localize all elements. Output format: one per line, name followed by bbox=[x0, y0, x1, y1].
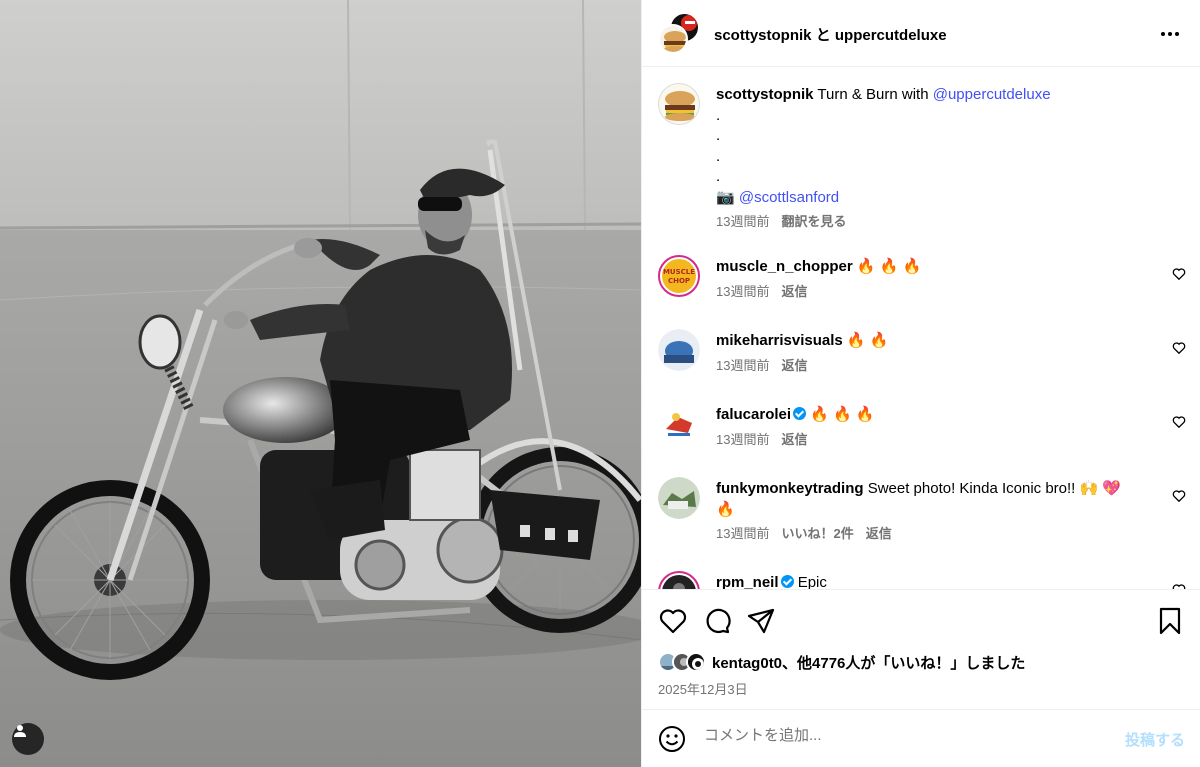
comment-avatar[interactable] bbox=[658, 329, 700, 371]
comment-like-icon[interactable] bbox=[1172, 489, 1186, 503]
svg-text:CHOP: CHOP bbox=[668, 277, 690, 285]
comment-text: 🔥 🔥 🔥 bbox=[856, 258, 922, 275]
comment-meta: 13週間前 返信 bbox=[716, 282, 1136, 303]
heart-icon[interactable] bbox=[658, 606, 688, 636]
post-authors[interactable]: scottystopnik と uppercutdeluxe bbox=[714, 24, 947, 45]
photo-credit-mention[interactable]: @scottlsanford bbox=[739, 189, 839, 206]
caption-username[interactable]: scottystopnik bbox=[716, 86, 814, 103]
comment-text: 🔥 🔥 🔥 bbox=[810, 406, 875, 423]
avatar-scottystopnik bbox=[658, 24, 688, 54]
comment-like-icon[interactable] bbox=[1172, 267, 1186, 281]
liker-avatar bbox=[686, 652, 706, 672]
comment-time[interactable]: 13週間前 bbox=[716, 284, 769, 299]
comment-meta: 13週間前 いいね！2件 返信 bbox=[716, 524, 1136, 545]
user-tag-button[interactable] bbox=[12, 723, 44, 755]
caption-dot: . bbox=[716, 106, 721, 124]
comment-time[interactable]: 13週間前 bbox=[716, 432, 769, 447]
comment-username[interactable]: rpm_neil bbox=[716, 574, 779, 589]
caption-text: Turn & Burn with bbox=[813, 86, 933, 103]
comment-body: mikeharrisvisuals 🔥 🔥 13週間前 返信 bbox=[716, 331, 1136, 376]
post-date[interactable]: 2025年12月3日 bbox=[658, 679, 748, 698]
post-actions: kentag0t0、他4776人が「いいね！」しました 2025年12月3日 bbox=[642, 589, 1200, 709]
emoji-icon[interactable] bbox=[658, 725, 686, 753]
post-photo[interactable] bbox=[0, 0, 641, 767]
caption-dot: . bbox=[716, 127, 721, 144]
more-dot bbox=[1175, 32, 1179, 36]
translate-link[interactable]: 翻訳を見る bbox=[781, 214, 846, 229]
comment-body: rpm_neil Epic bbox=[716, 573, 1136, 589]
caption-dot: . bbox=[716, 147, 721, 165]
comment-username[interactable]: muscle_n_chopper bbox=[716, 258, 853, 275]
caption-meta: 13週間前 翻訳を見る bbox=[716, 212, 1186, 233]
reply-button[interactable]: 返信 bbox=[781, 358, 807, 373]
caption-time[interactable]: 13週間前 bbox=[716, 214, 769, 229]
bookmark-icon[interactable] bbox=[1155, 606, 1185, 636]
camera-emoji: 📷 bbox=[716, 188, 735, 206]
comment-username[interactable]: falucarolei bbox=[716, 406, 791, 423]
comment-body: funkymonkeytrading Sweet photo! Kinda Ic… bbox=[716, 479, 1136, 545]
comment-item: rpm_neil Epic bbox=[658, 571, 1188, 589]
post-comment-button[interactable]: 投稿する bbox=[1125, 729, 1185, 750]
caption-body: scottystopnik Turn & Burn with @uppercut… bbox=[716, 85, 1186, 233]
verified-badge-icon bbox=[793, 407, 807, 420]
motorcycle-photo bbox=[0, 0, 641, 767]
comment-avatar[interactable]: MUSCLE CHOP bbox=[658, 255, 700, 297]
author-1[interactable]: scottystopnik bbox=[714, 27, 812, 44]
add-comment-input[interactable] bbox=[704, 727, 1084, 744]
comment-time[interactable]: 13週間前 bbox=[716, 526, 769, 541]
comment-item: mikeharrisvisuals 🔥 🔥 13週間前 返信 bbox=[658, 329, 1188, 389]
comment-avatar[interactable] bbox=[658, 477, 700, 519]
reply-button[interactable]: 返信 bbox=[781, 432, 807, 447]
verified-badge-icon bbox=[780, 575, 794, 588]
post-header: scottystopnik と uppercutdeluxe bbox=[642, 0, 1200, 67]
action-bar bbox=[658, 606, 1185, 636]
comment-text: Epic bbox=[797, 574, 827, 589]
author-connector: と bbox=[815, 27, 831, 44]
caption-mention[interactable]: @uppercutdeluxe bbox=[933, 86, 1051, 103]
comment-likes-count[interactable]: いいね！2件 bbox=[781, 526, 853, 541]
comment-time[interactable]: 13週間前 bbox=[716, 358, 769, 373]
comment-like-icon[interactable] bbox=[1172, 341, 1186, 355]
svg-text:MUSCLE: MUSCLE bbox=[663, 268, 695, 276]
comment-like-icon[interactable] bbox=[1172, 415, 1186, 429]
comment-body: falucarolei 🔥 🔥 🔥 13週間前 返信 bbox=[716, 405, 1136, 450]
comment-body: muscle_n_chopper 🔥 🔥 🔥 13週間前 返信 bbox=[716, 257, 1136, 302]
reply-button[interactable]: 返信 bbox=[866, 526, 892, 541]
comments-scroll-area[interactable]: scottystopnik Turn & Burn with @uppercut… bbox=[642, 67, 1200, 589]
reply-button[interactable]: 返信 bbox=[781, 284, 807, 299]
likes-summary[interactable]: kentag0t0、他4776人が「いいね！」しました bbox=[658, 650, 1025, 674]
likes-text[interactable]: kentag0t0、他4776人が「いいね！」しました bbox=[712, 652, 1025, 673]
comment-username[interactable]: funkymonkeytrading bbox=[716, 480, 864, 497]
add-comment-bar: 投稿する bbox=[642, 709, 1200, 767]
more-options-button[interactable] bbox=[1161, 24, 1183, 44]
comment-item: falucarolei 🔥 🔥 🔥 13週間前 返信 bbox=[658, 403, 1188, 463]
post-panel: scottystopnik と uppercutdeluxe scottysto… bbox=[641, 0, 1200, 767]
user-tag-icon bbox=[14, 725, 26, 737]
collab-avatars[interactable] bbox=[658, 14, 698, 54]
more-dot bbox=[1161, 32, 1165, 36]
comment-avatar[interactable] bbox=[658, 403, 700, 445]
comment-item: funkymonkeytrading Sweet photo! Kinda Ic… bbox=[658, 477, 1188, 557]
comment-meta: 13週間前 返信 bbox=[716, 356, 1136, 377]
caption-dot: . bbox=[716, 168, 721, 185]
author-2[interactable]: uppercutdeluxe bbox=[835, 27, 947, 44]
share-icon[interactable] bbox=[746, 606, 776, 636]
comment-username[interactable]: mikeharrisvisuals bbox=[716, 332, 843, 349]
comment-text: 🔥 🔥 bbox=[846, 332, 889, 349]
comment-icon[interactable] bbox=[702, 606, 732, 636]
comment-item: MUSCLE CHOP muscle_n_chopper 🔥 🔥 🔥 13週間前返… bbox=[658, 255, 1188, 315]
comment-avatar[interactable] bbox=[658, 571, 700, 589]
comment-meta: 13週間前 返信 bbox=[716, 430, 1136, 451]
caption-avatar[interactable] bbox=[658, 83, 700, 125]
more-dot bbox=[1168, 32, 1172, 36]
